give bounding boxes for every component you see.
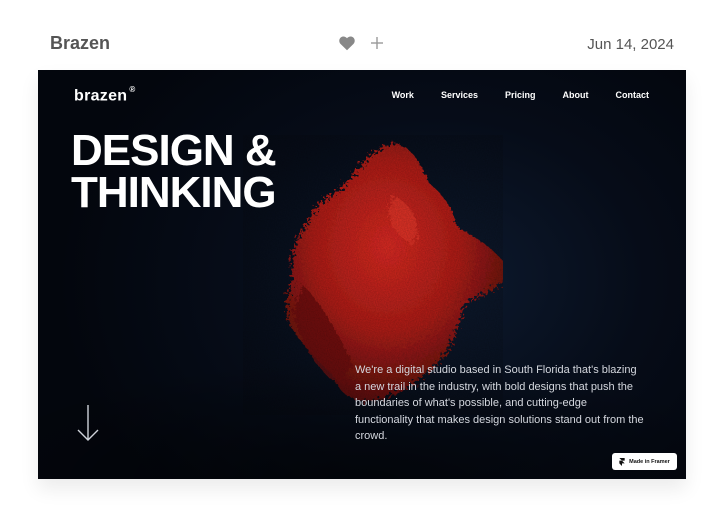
nav-about[interactable]: About bbox=[563, 90, 589, 100]
arrow-down-icon[interactable] bbox=[76, 403, 100, 443]
website-screenshot[interactable]: brazen ® Work Services Pricing About Cont… bbox=[38, 70, 686, 479]
headline-line-2: THINKING bbox=[71, 168, 277, 217]
hero-headline: DESIGN & THINKING bbox=[71, 126, 277, 217]
site-nav: Work Services Pricing About Contact bbox=[392, 90, 649, 100]
logo-text: brazen bbox=[74, 87, 128, 105]
hero-description: We're a digital studio based in South Fl… bbox=[355, 364, 644, 442]
registered-mark: ® bbox=[129, 85, 136, 94]
heart-icon[interactable] bbox=[338, 35, 356, 51]
plus-icon[interactable] bbox=[370, 36, 384, 50]
nav-services[interactable]: Services bbox=[441, 90, 478, 100]
publish-date: Jun 14, 2024 bbox=[587, 36, 674, 53]
nav-contact[interactable]: Contact bbox=[616, 90, 650, 100]
badge-label: Made in Framer bbox=[629, 458, 670, 465]
site-title[interactable]: Brazen bbox=[50, 33, 110, 54]
brazen-logo[interactable]: brazen ® bbox=[74, 85, 136, 105]
headline-line-1: DESIGN & bbox=[71, 126, 277, 175]
nav-pricing[interactable]: Pricing bbox=[505, 90, 536, 100]
framer-icon bbox=[619, 457, 625, 466]
card-header: Brazen Jun 14, 2024 bbox=[0, 0, 720, 70]
card-actions bbox=[338, 35, 384, 51]
made-in-framer-badge[interactable]: Made in Framer bbox=[612, 453, 677, 470]
nav-work[interactable]: Work bbox=[392, 90, 414, 100]
